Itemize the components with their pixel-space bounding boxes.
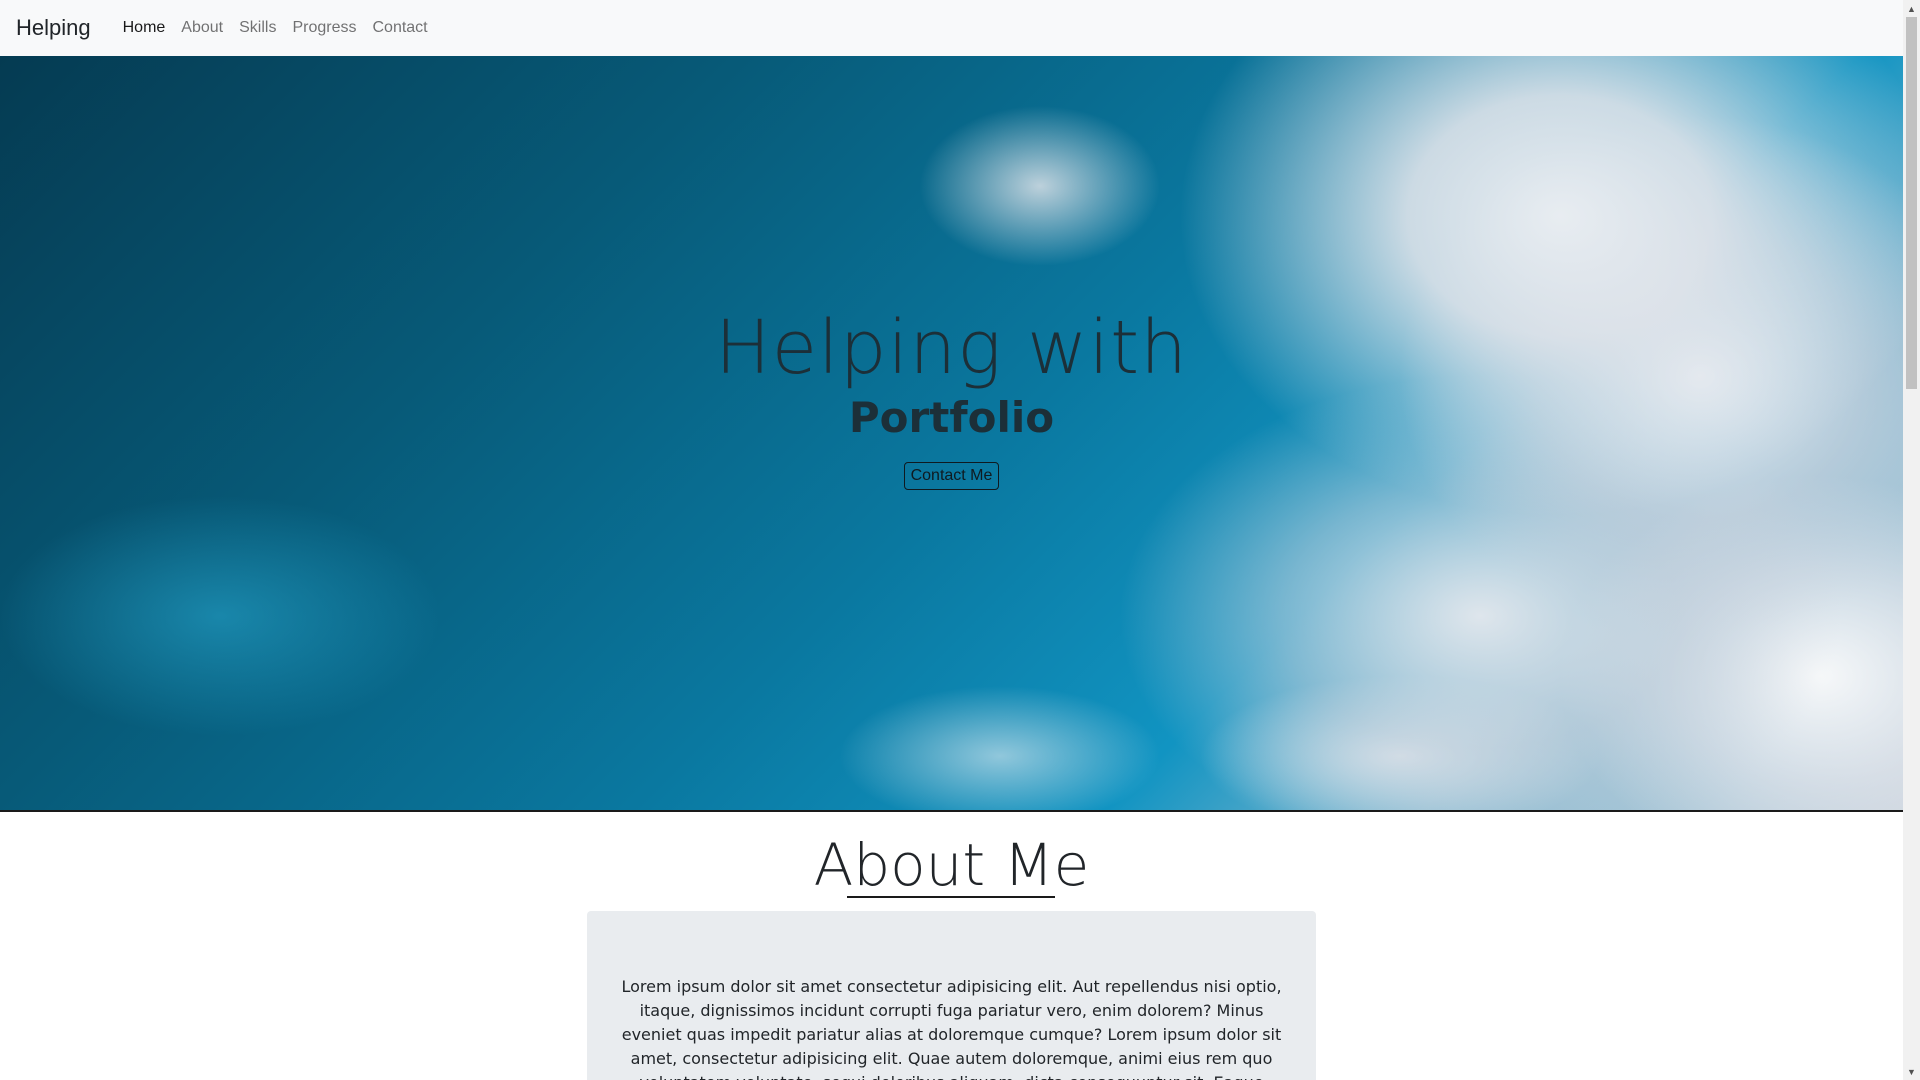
vertical-scrollbar[interactable]: ▲ ▼ [1903, 0, 1920, 1080]
hero-subtitle: Portfolio [848, 393, 1055, 442]
hero-section: Helping with Portfolio Contact Me [0, 56, 1903, 810]
about-heading: About Me [813, 831, 1090, 899]
nav-link-skills[interactable]: Skills [231, 19, 284, 37]
about-text: Lorem ipsum dolor sit amet consectetur a… [621, 977, 1282, 1080]
about-card: Lorem ipsum dolor sit amet consectetur a… [587, 911, 1316, 1080]
hero-title: Helping with [714, 305, 1189, 391]
navbar-brand[interactable]: Helping [16, 15, 91, 41]
triangle-down-icon[interactable]: ▼ [1903, 1063, 1920, 1080]
nav-link-home[interactable]: Home [115, 19, 174, 37]
hero-content: Helping with Portfolio Contact Me [0, 306, 1903, 490]
triangle-up-icon[interactable]: ▲ [1903, 0, 1920, 17]
about-heading-underline [847, 896, 1055, 898]
scrollbar-thumb[interactable] [1906, 17, 1917, 389]
page: Helping Home About Skills Progress Conta… [0, 0, 1920, 1080]
nav-link-progress[interactable]: Progress [284, 19, 364, 37]
nav-link-about[interactable]: About [173, 19, 231, 37]
nav-links: Home About Skills Progress Contact [115, 19, 436, 37]
navbar: Helping Home About Skills Progress Conta… [0, 0, 1903, 56]
about-section: About Me Lorem ipsum dolor sit amet cons… [0, 810, 1903, 1080]
nav-link-contact[interactable]: Contact [364, 19, 435, 37]
contact-me-button[interactable]: Contact Me [903, 462, 1000, 490]
